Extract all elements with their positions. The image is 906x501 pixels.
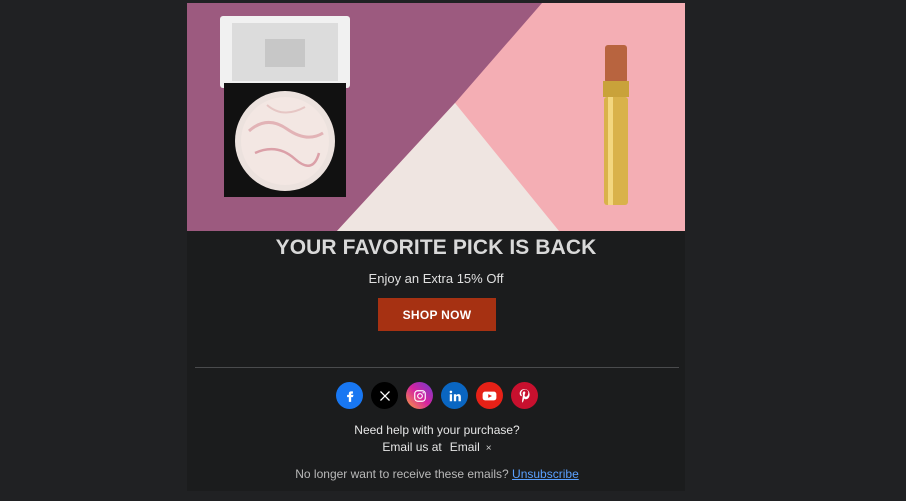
social-links xyxy=(336,382,538,409)
unsubscribe-text: No longer want to receive these emails? xyxy=(295,467,509,481)
linkedin-icon[interactable] xyxy=(441,382,468,409)
divider xyxy=(195,367,679,368)
email-chip-close-icon[interactable]: × xyxy=(486,443,492,454)
help-email-line: Email us at Email × xyxy=(187,440,687,454)
youtube-icon[interactable] xyxy=(476,382,503,409)
hero-image[interactable] xyxy=(187,3,685,231)
help-email-prefix: Email us at xyxy=(382,440,442,454)
unsubscribe-footer: No longer want to receive these emails? … xyxy=(187,467,687,481)
unsubscribe-link[interactable]: Unsubscribe xyxy=(512,467,579,481)
x-icon[interactable] xyxy=(371,382,398,409)
email-body: YOUR FAVORITE PICK IS BACK Enjoy an Extr… xyxy=(187,3,685,491)
hero-illustration xyxy=(187,3,685,231)
pinterest-icon[interactable] xyxy=(511,382,538,409)
help-question: Need help with your purchase? xyxy=(354,423,520,437)
promo-subhead: Enjoy an Extra 15% Off xyxy=(368,271,504,286)
shop-now-button[interactable]: SHOP NOW xyxy=(378,298,496,331)
email-chip[interactable]: Email xyxy=(450,440,480,454)
facebook-icon[interactable] xyxy=(336,382,363,409)
promo-headline: YOUR FAVORITE PICK IS BACK xyxy=(275,236,597,259)
instagram-icon[interactable] xyxy=(406,382,433,409)
